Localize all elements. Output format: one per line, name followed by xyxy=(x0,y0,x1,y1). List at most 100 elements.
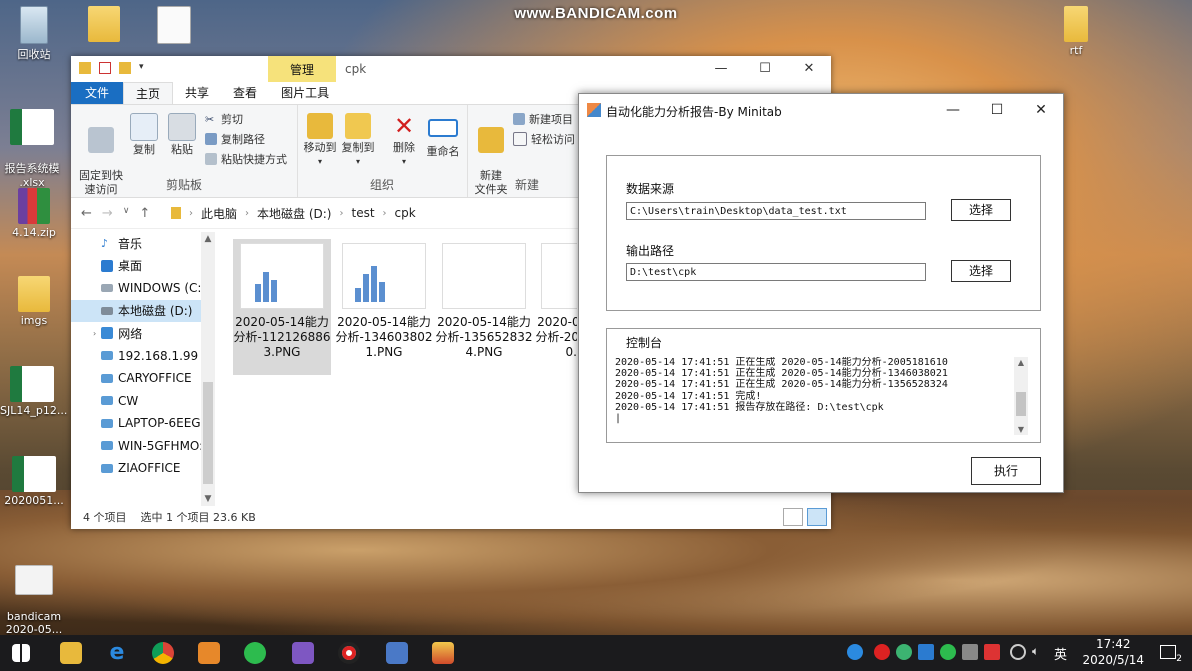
desktop-icon-xlsx[interactable]: 报告系统模 .xlsx xyxy=(0,96,64,202)
tab-file[interactable]: 文件 xyxy=(71,82,124,104)
large-icons-view-icon[interactable] xyxy=(807,508,827,526)
back-arrow-icon[interactable]: ← xyxy=(81,206,92,221)
delete-button[interactable]: ✕ 删除 ▾ xyxy=(389,113,419,169)
rename-button[interactable]: 重命名 xyxy=(423,113,463,159)
file-item[interactable]: 2020-05-14能力分析-1356528324.PNG xyxy=(435,239,533,360)
start-windows-icon[interactable] xyxy=(12,644,30,662)
scroll-down-icon[interactable]: ▼ xyxy=(1014,425,1028,434)
easy-access-button[interactable]: 轻松访问 xyxy=(513,131,575,147)
forward-arrow-icon[interactable]: → xyxy=(102,206,113,221)
breadcrumb-item[interactable]: 本地磁盘 (D:) xyxy=(257,205,331,222)
nav-item-host[interactable]: CW xyxy=(71,390,213,413)
wifi-icon[interactable] xyxy=(1010,644,1026,660)
parking-tray-icon[interactable] xyxy=(918,644,934,660)
wechat-icon[interactable] xyxy=(244,642,266,664)
bandicam-record-icon[interactable] xyxy=(338,642,360,664)
nav-item-music[interactable]: ♪ 音乐 xyxy=(71,232,213,255)
desktop-icon-zip[interactable]: 4.14.zip xyxy=(2,188,66,239)
nav-item-host[interactable]: LAPTOP-6EEGB xyxy=(71,412,213,435)
new-item-button[interactable]: 新建项目 xyxy=(513,111,573,127)
chrome-icon[interactable] xyxy=(152,642,174,664)
scroll-down-icon[interactable]: ▼ xyxy=(201,494,215,504)
paste-shortcut-button[interactable]: 粘贴快捷方式 xyxy=(205,151,287,167)
folder-icon[interactable] xyxy=(79,62,91,74)
file-item[interactable]: 2020-05-14能力分析-2005181610.PNG xyxy=(535,239,577,373)
tab-manage[interactable]: 管理 xyxy=(268,56,336,82)
select-output-button[interactable]: 选择 xyxy=(951,260,1011,282)
minimize-button[interactable]: — xyxy=(931,94,975,126)
app-icon xyxy=(587,103,601,117)
desktop-icon-rtf[interactable]: rtf xyxy=(1044,6,1108,57)
tray-app-icon[interactable] xyxy=(962,644,978,660)
scrollbar-thumb[interactable] xyxy=(1016,392,1026,416)
paste-button[interactable]: 粘贴 xyxy=(167,113,197,157)
nav-item-drive-d[interactable]: 本地磁盘 (D:) xyxy=(71,299,213,322)
recent-dropdown-icon[interactable]: ∨ xyxy=(123,206,130,221)
desktop-icon-2020051[interactable]: 2020051... xyxy=(2,456,66,507)
copy-button[interactable]: 复制 xyxy=(129,113,159,157)
sublime-icon[interactable] xyxy=(198,642,220,664)
close-button[interactable]: ✕ xyxy=(1019,94,1063,126)
move-to-button[interactable]: 移动到 ▾ xyxy=(303,113,337,169)
tray-app-icon[interactable] xyxy=(984,644,1000,660)
copy-path-button[interactable]: 复制路径 xyxy=(205,131,265,147)
nav-item-host[interactable]: CARYOFFICE xyxy=(71,367,213,390)
nav-item-host[interactable]: WIN-5GFHMO: xyxy=(71,435,213,458)
record-tray-icon[interactable] xyxy=(874,644,890,660)
tab-share[interactable]: 共享 xyxy=(173,82,221,104)
system-clock[interactable]: 17:42 2020/5/14 xyxy=(1082,636,1144,668)
nav-item-desktop[interactable]: 桌面 xyxy=(71,255,213,278)
file-item[interactable]: 2020-05-14能力分析-1346038021.PNG xyxy=(335,239,433,360)
breadcrumb-item[interactable]: cpk xyxy=(395,206,416,220)
nav-item-network[interactable]: › 网络 xyxy=(71,322,213,345)
wechat-tray-icon[interactable] xyxy=(940,644,956,660)
breadcrumb-item[interactable]: 此电脑 xyxy=(201,205,237,222)
tray-app-icon[interactable] xyxy=(896,644,912,660)
console-scrollbar[interactable]: ▲ ▼ xyxy=(1014,357,1028,435)
notification-center-icon[interactable]: 2 xyxy=(1160,642,1182,664)
nav-item-host[interactable]: 192.168.1.99 xyxy=(71,345,213,368)
run-button[interactable]: 执行 xyxy=(971,457,1041,485)
tab-home[interactable]: 主页 xyxy=(123,82,174,104)
copy-to-button[interactable]: 复制到 ▾ xyxy=(341,113,375,169)
select-source-button[interactable]: 选择 xyxy=(951,199,1011,221)
scrollbar-thumb[interactable] xyxy=(203,382,213,484)
help-icon[interactable] xyxy=(847,644,863,660)
console-output[interactable]: 2020-05-14 17:41:51 正在生成 2020-05-14能力分析-… xyxy=(615,357,1037,435)
desktop-icon-file[interactable] xyxy=(142,6,206,46)
close-button[interactable]: ✕ xyxy=(787,56,831,82)
nav-item-drive-c[interactable]: WINDOWS (C:) xyxy=(71,277,213,300)
details-view-icon[interactable] xyxy=(783,508,803,526)
desktop-icon-imgs[interactable]: imgs xyxy=(2,276,66,327)
cut-button[interactable]: ✂ 剪切 xyxy=(205,111,243,127)
file-item[interactable]: 2020-05-14能力分析-1121268863.PNG xyxy=(233,239,331,375)
dropdown-icon[interactable]: ▾ xyxy=(139,62,151,74)
desktop-icon-folder[interactable] xyxy=(72,6,136,44)
file-explorer-taskbar-icon[interactable] xyxy=(60,642,82,664)
remote-desktop-icon[interactable] xyxy=(386,642,408,664)
maximize-button[interactable]: ☐ xyxy=(743,56,787,82)
edge-browser-icon[interactable]: e xyxy=(106,642,128,664)
volume-icon[interactable]: 🔈︎ xyxy=(1032,644,1048,660)
tab-picture-tools[interactable]: 图片工具 xyxy=(269,82,341,104)
up-arrow-icon[interactable]: ↑ xyxy=(139,206,150,221)
desktop-icon-label: rtf xyxy=(1069,44,1083,57)
breadcrumb-item[interactable]: test xyxy=(351,206,374,220)
output-path-field[interactable]: D:\test\cpk xyxy=(626,263,926,281)
nav-scrollbar[interactable]: ▲ ▼ xyxy=(201,232,215,506)
new-folder-icon[interactable] xyxy=(119,62,131,74)
visual-studio-icon[interactable] xyxy=(292,642,314,664)
input-method-indicator[interactable]: 英 xyxy=(1054,644,1067,663)
properties-icon[interactable] xyxy=(99,62,111,74)
minitab-taskbar-icon[interactable] xyxy=(432,642,454,664)
desktop-icon-recycle-bin[interactable]: 回收站 xyxy=(2,6,66,62)
scroll-up-icon[interactable]: ▲ xyxy=(1014,358,1028,367)
breadcrumb[interactable]: › 此电脑 › 本地磁盘 (D:) › test › cpk xyxy=(171,205,416,222)
nav-item-host[interactable]: ZIAOFFICE xyxy=(71,457,213,480)
tab-view[interactable]: 查看 xyxy=(221,82,269,104)
minimize-button[interactable]: — xyxy=(699,56,743,82)
scroll-up-icon[interactable]: ▲ xyxy=(201,234,215,244)
source-path-field[interactable]: C:\Users\train\Desktop\data_test.txt xyxy=(626,202,926,220)
desktop-icon-sjl[interactable]: SJL14_p12... xyxy=(0,366,67,417)
maximize-button[interactable]: ☐ xyxy=(975,94,1019,126)
